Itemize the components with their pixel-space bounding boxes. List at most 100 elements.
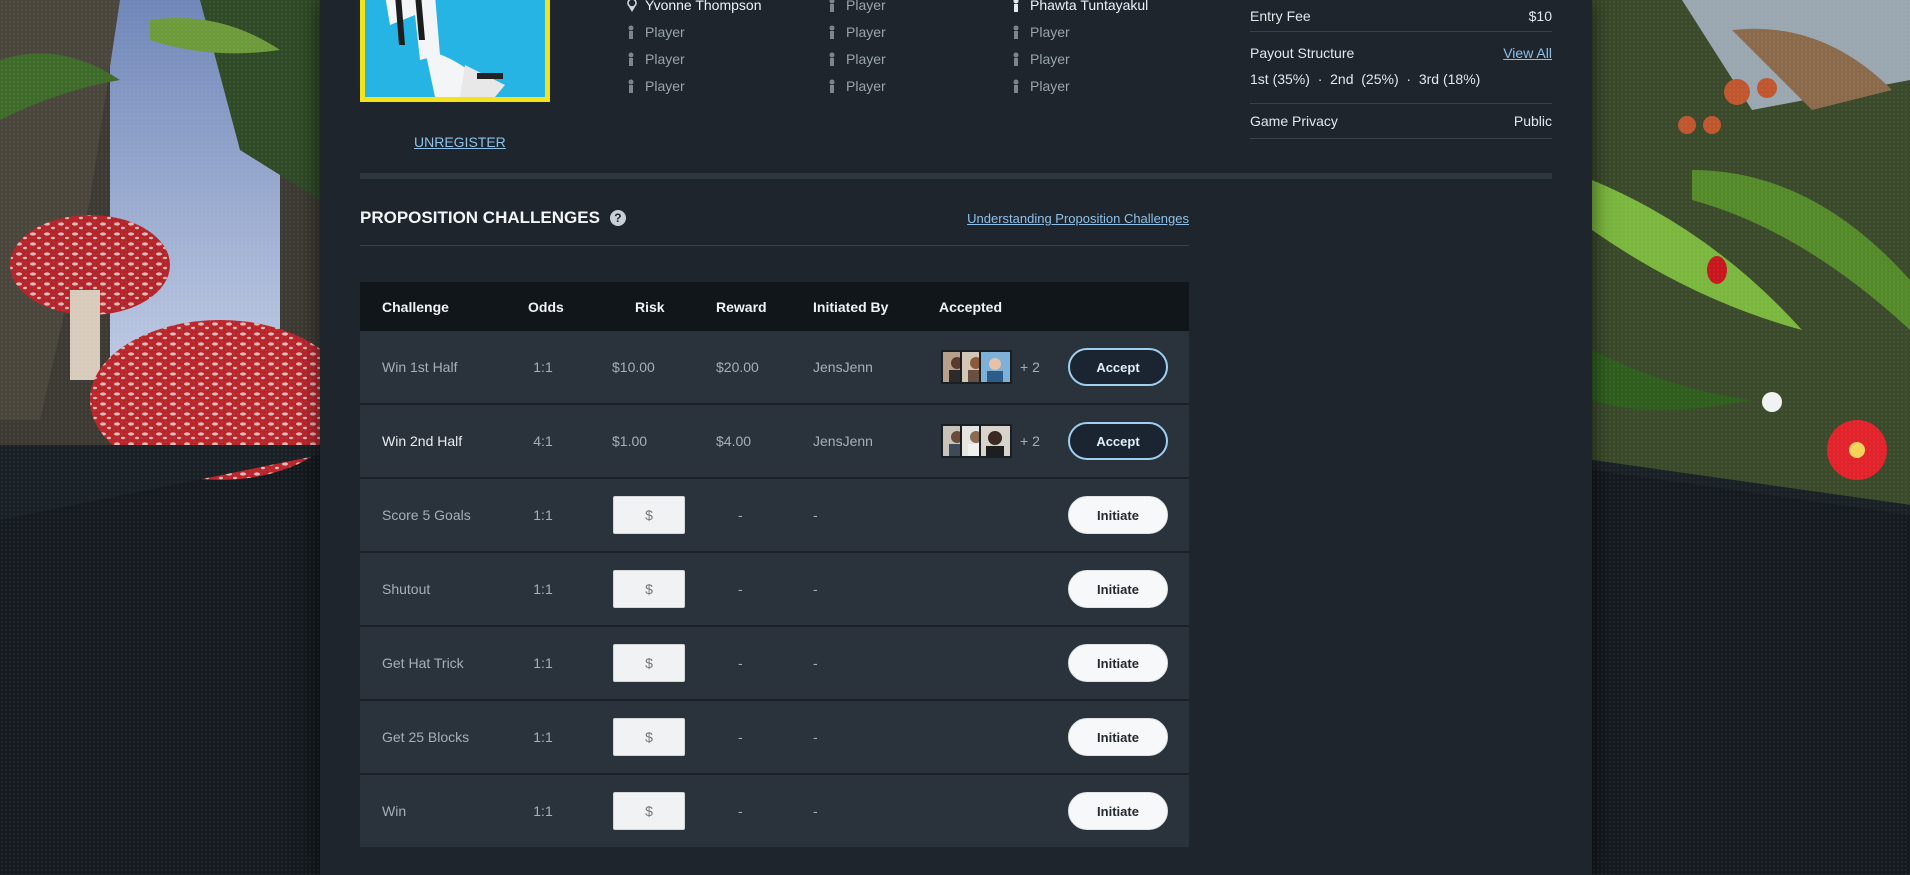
initiate-button[interactable]: Initiate xyxy=(1068,792,1168,830)
roster-slot: Player xyxy=(1012,72,1148,99)
reward: - xyxy=(738,655,743,671)
dot-overlay xyxy=(0,0,320,875)
risk: $10.00 xyxy=(612,359,655,375)
roster-slot: Player xyxy=(828,0,886,18)
roster-player: Phawta Tuntayakul xyxy=(1012,0,1148,18)
roster-slot-label: Player xyxy=(645,77,685,94)
accept-button[interactable]: Accept xyxy=(1068,422,1168,460)
roster-slot-label: Player xyxy=(846,0,886,13)
challenge-name: Get Hat Trick xyxy=(382,655,464,671)
avatar xyxy=(979,424,1012,458)
dot-overlay xyxy=(1592,0,1910,875)
initiated-by: - xyxy=(813,729,818,745)
challenge-name: Win 1st Half xyxy=(382,359,458,375)
initiate-button[interactable]: Initiate xyxy=(1068,570,1168,608)
initiated-by: - xyxy=(813,803,818,819)
initiated-by: - xyxy=(813,655,818,671)
roster-slot: Player xyxy=(1012,45,1148,72)
risk-input[interactable] xyxy=(613,496,685,534)
challenge-name: Win 2nd Half xyxy=(382,433,463,449)
section-title: PROPOSITION CHALLENGES ? xyxy=(360,208,626,228)
player-icon xyxy=(1012,52,1020,66)
initiate-button[interactable]: Initiate xyxy=(1068,496,1168,534)
initiated-by: - xyxy=(813,507,818,523)
table-row: Score 5 Goals 1:1 - - Initiate xyxy=(360,479,1189,553)
roster-column-2: Player Player Player Player xyxy=(828,0,886,99)
player-icon xyxy=(1012,79,1020,93)
payout-detail-row: 1st (35%) · 2nd (25%) · 3rd (18%) xyxy=(1250,71,1552,104)
player-icon xyxy=(1012,25,1020,39)
roster-slot: Player xyxy=(627,18,762,45)
privacy-value: Public xyxy=(1513,113,1552,129)
table-row: Win 1:1 - - Initiate xyxy=(360,775,1189,847)
initiate-button[interactable]: Initiate xyxy=(1068,644,1168,682)
payout-detail: 1st (35%) · 2nd (25%) · 3rd (18%) xyxy=(1250,71,1481,87)
col-risk: Risk xyxy=(635,298,665,315)
odds: 1:1 xyxy=(533,359,553,375)
main-panel: UNREGISTER Yvonne Thompson Player Player… xyxy=(320,0,1592,875)
challenges-table: Challenge Odds Risk Reward Initiated By … xyxy=(360,282,1189,847)
avatar xyxy=(979,350,1012,384)
reward: $20.00 xyxy=(716,359,759,375)
table-row: Shutout 1:1 - - Initiate xyxy=(360,553,1189,627)
risk: $1.00 xyxy=(612,433,648,449)
title-rule xyxy=(360,245,1189,246)
roster-slot: Player xyxy=(828,72,886,99)
accepted-avatars: + 2 xyxy=(941,424,1040,458)
odds: 1:1 xyxy=(533,507,553,523)
odds: 1:1 xyxy=(533,655,553,671)
reward: $4.00 xyxy=(716,433,752,449)
risk-input[interactable] xyxy=(613,570,685,608)
entry-fee-value: $10 xyxy=(1528,7,1552,24)
privacy-row: Game Privacy Public xyxy=(1250,104,1552,139)
unregister-link[interactable]: UNREGISTER xyxy=(414,134,506,150)
reward: - xyxy=(738,581,743,597)
col-accepted: Accepted xyxy=(939,298,1003,315)
roster-name: Yvonne Thompson xyxy=(645,0,762,13)
risk-input[interactable] xyxy=(613,644,685,682)
roster-slot-label: Player xyxy=(846,50,886,67)
table-row: Get Hat Trick 1:1 - - Initiate xyxy=(360,627,1189,701)
payout-row: Payout Structure View All xyxy=(1250,32,1552,71)
roster-column-1: Yvonne Thompson Player Player Player xyxy=(627,0,762,99)
odds: 1:1 xyxy=(533,581,553,597)
challenge-name: Win xyxy=(382,803,407,819)
initiated-by: JensJenn xyxy=(813,359,873,375)
table-row: Win 1st Half 1:1 $10.00 $20.00 JensJenn … xyxy=(360,331,1189,405)
view-all-link[interactable]: View All xyxy=(1503,45,1552,61)
reward: - xyxy=(738,803,743,819)
roster-slot: Player xyxy=(828,18,886,45)
risk-input[interactable] xyxy=(613,792,685,830)
accepted-avatars: + 2 xyxy=(941,350,1040,384)
initiate-button[interactable]: Initiate xyxy=(1068,718,1168,756)
reward: - xyxy=(738,507,743,523)
understanding-link[interactable]: Understanding Proposition Challenges xyxy=(951,211,1189,226)
reward: - xyxy=(738,729,743,745)
roster-name: Phawta Tuntayakul xyxy=(1030,0,1149,13)
challenges-title: PROPOSITION CHALLENGES xyxy=(360,208,600,227)
entry-fee-row: Entry Fee $10 xyxy=(1250,0,1552,32)
roster-slot: Player xyxy=(828,45,886,72)
player-icon xyxy=(627,52,635,66)
col-initiated-by: Initiated By xyxy=(813,298,889,315)
captain-icon xyxy=(627,0,637,12)
roster-slot: Player xyxy=(1012,18,1148,45)
roster-captain: Yvonne Thompson xyxy=(627,0,762,18)
section-divider xyxy=(360,173,1552,179)
odds: 1:1 xyxy=(533,803,553,819)
player-icon xyxy=(627,25,635,39)
roster-slot-label: Player xyxy=(1030,23,1070,40)
roster-slot-label: Player xyxy=(645,23,685,40)
accepted-more-count: + 2 xyxy=(1020,359,1040,375)
risk-input[interactable] xyxy=(613,718,685,756)
roster-slot: Player xyxy=(627,72,762,99)
player-icon xyxy=(828,0,836,12)
question-circle-icon[interactable]: ? xyxy=(609,210,626,226)
table-row: Get 25 Blocks 1:1 - - Initiate xyxy=(360,701,1189,775)
odds: 1:1 xyxy=(533,729,553,745)
background-scenery-right xyxy=(1592,0,1910,875)
odds: 4:1 xyxy=(533,433,553,449)
privacy-label: Game Privacy xyxy=(1250,113,1338,129)
accept-button[interactable]: Accept xyxy=(1068,348,1168,386)
challenge-name: Score 5 Goals xyxy=(382,507,471,523)
